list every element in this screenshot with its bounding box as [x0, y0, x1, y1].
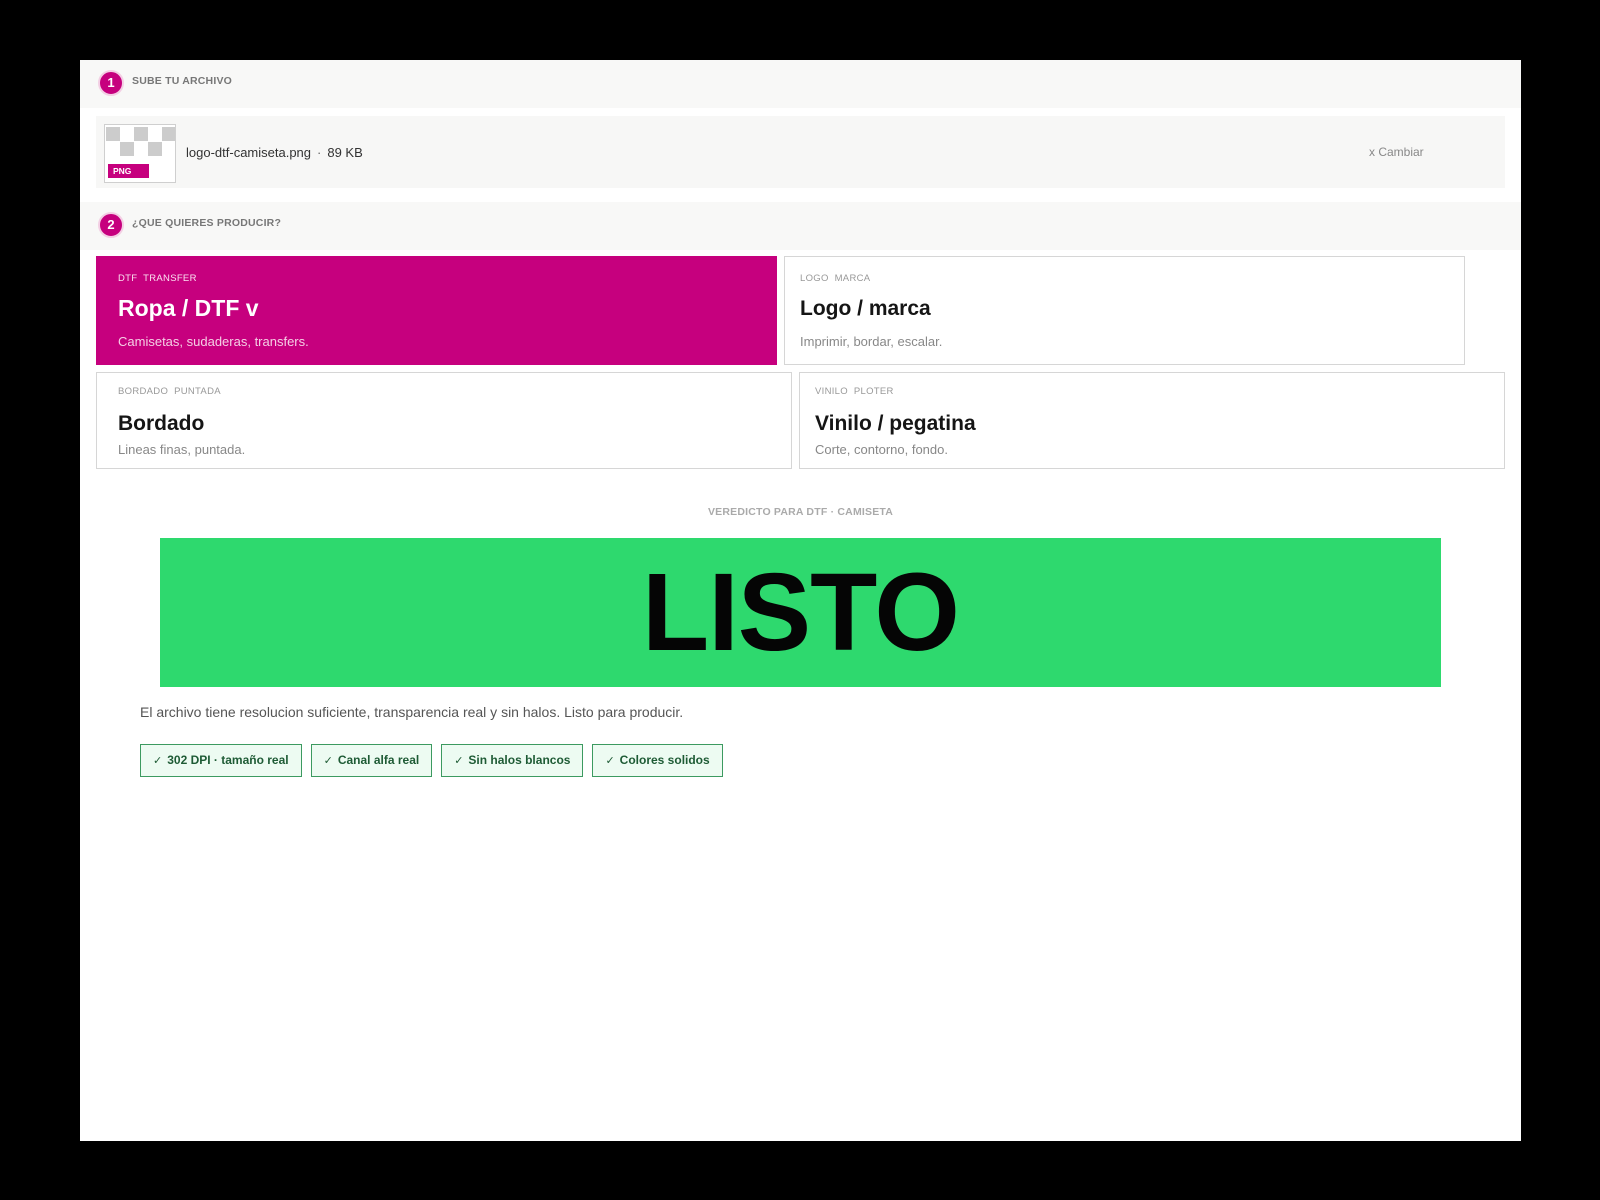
step-1-label: SUBE TU ARCHIVO — [132, 75, 233, 87]
app-window: 1 SUBE TU ARCHIVO PNG logo-dtf-camiseta.… — [80, 60, 1521, 1141]
file-thumbnail: PNG — [104, 124, 176, 183]
check-chip-colors: ✓ Colores solidos — [592, 744, 723, 777]
option-logo-tag: LOGO MARCA — [800, 273, 871, 284]
verdict-message: El archivo tiene resolucion suficiente, … — [140, 704, 684, 720]
file-separator: · — [317, 145, 322, 160]
option-logo-desc: Imprimir, bordar, escalar. — [800, 334, 943, 349]
check-chip-label: Canal alfa real — [337, 753, 420, 767]
option-vinilo-title: Vinilo / pegatina — [815, 412, 976, 435]
check-icon: ✓ — [323, 755, 333, 767]
check-chip-dpi: ✓ 302 DPI · tamaño real — [140, 744, 302, 777]
option-dtf-title: Ropa / DTF v — [118, 295, 259, 321]
verdict-status: LISTO — [642, 551, 960, 674]
option-logo-card[interactable]: LOGO MARCA Logo / marca Imprimir, bordar… — [784, 256, 1465, 365]
verdict-checks: ✓ 302 DPI · tamaño real ✓ Canal alfa real … — [140, 744, 723, 777]
check-chip-alpha: ✓ Canal alfa real — [310, 744, 433, 777]
check-chip-label: Colores solidos — [619, 753, 710, 767]
option-vinilo-card[interactable]: VINILO PLOTER Vinilo / pegatina Corte, c… — [799, 372, 1505, 469]
option-logo-title: Logo / marca — [800, 297, 931, 320]
step-2-label: ¿QUE QUIERES PRODUCIR? — [132, 217, 282, 229]
uploaded-file-row: PNG logo-dtf-camiseta.png · 89 KB x Cambia… — [96, 116, 1505, 188]
change-file-button[interactable]: x Cambiar — [1369, 145, 1424, 159]
check-chip-label: 302 DPI · tamaño real — [167, 753, 289, 767]
step-1-number: 1 — [98, 70, 124, 96]
option-dtf-desc: Camisetas, sudaderas, transfers. — [118, 334, 309, 349]
verdict-label: VEREDICTO PARA DTF · CAMISETA — [707, 506, 894, 518]
option-bordado-desc: Lineas finas, puntada. — [118, 442, 246, 457]
option-vinilo-desc: Corte, contorno, fondo. — [815, 442, 948, 457]
option-dtf-card[interactable]: DTF TRANSFER Ropa / DTF v Camisetas, sud… — [96, 256, 777, 365]
check-chip-label: Sin halos blancos — [468, 753, 571, 767]
file-type-badge: PNG — [108, 164, 149, 178]
check-icon: ✓ — [454, 755, 464, 767]
verdict-banner: LISTO — [160, 538, 1441, 687]
option-bordado-title: Bordado — [118, 412, 205, 435]
option-vinilo-tag: VINILO PLOTER — [815, 386, 894, 397]
option-dtf-tag: DTF TRANSFER — [118, 273, 197, 284]
check-icon: ✓ — [605, 755, 615, 767]
check-chip-halos: ✓ Sin halos blancos — [441, 744, 584, 777]
check-icon: ✓ — [153, 755, 163, 767]
file-name: logo-dtf-camiseta.png — [186, 145, 312, 160]
step-2-number: 2 — [98, 212, 124, 238]
step-1-header: 1 SUBE TU ARCHIVO — [80, 60, 1521, 108]
file-info: logo-dtf-camiseta.png · 89 KB — [186, 145, 363, 160]
option-bordado-card[interactable]: BORDADO PUNTADA Bordado Lineas finas, pu… — [96, 372, 792, 469]
option-bordado-tag: BORDADO PUNTADA — [118, 386, 221, 397]
file-size: 89 KB — [327, 145, 363, 160]
step-2-header: 2 ¿QUE QUIERES PRODUCIR? — [80, 202, 1521, 250]
